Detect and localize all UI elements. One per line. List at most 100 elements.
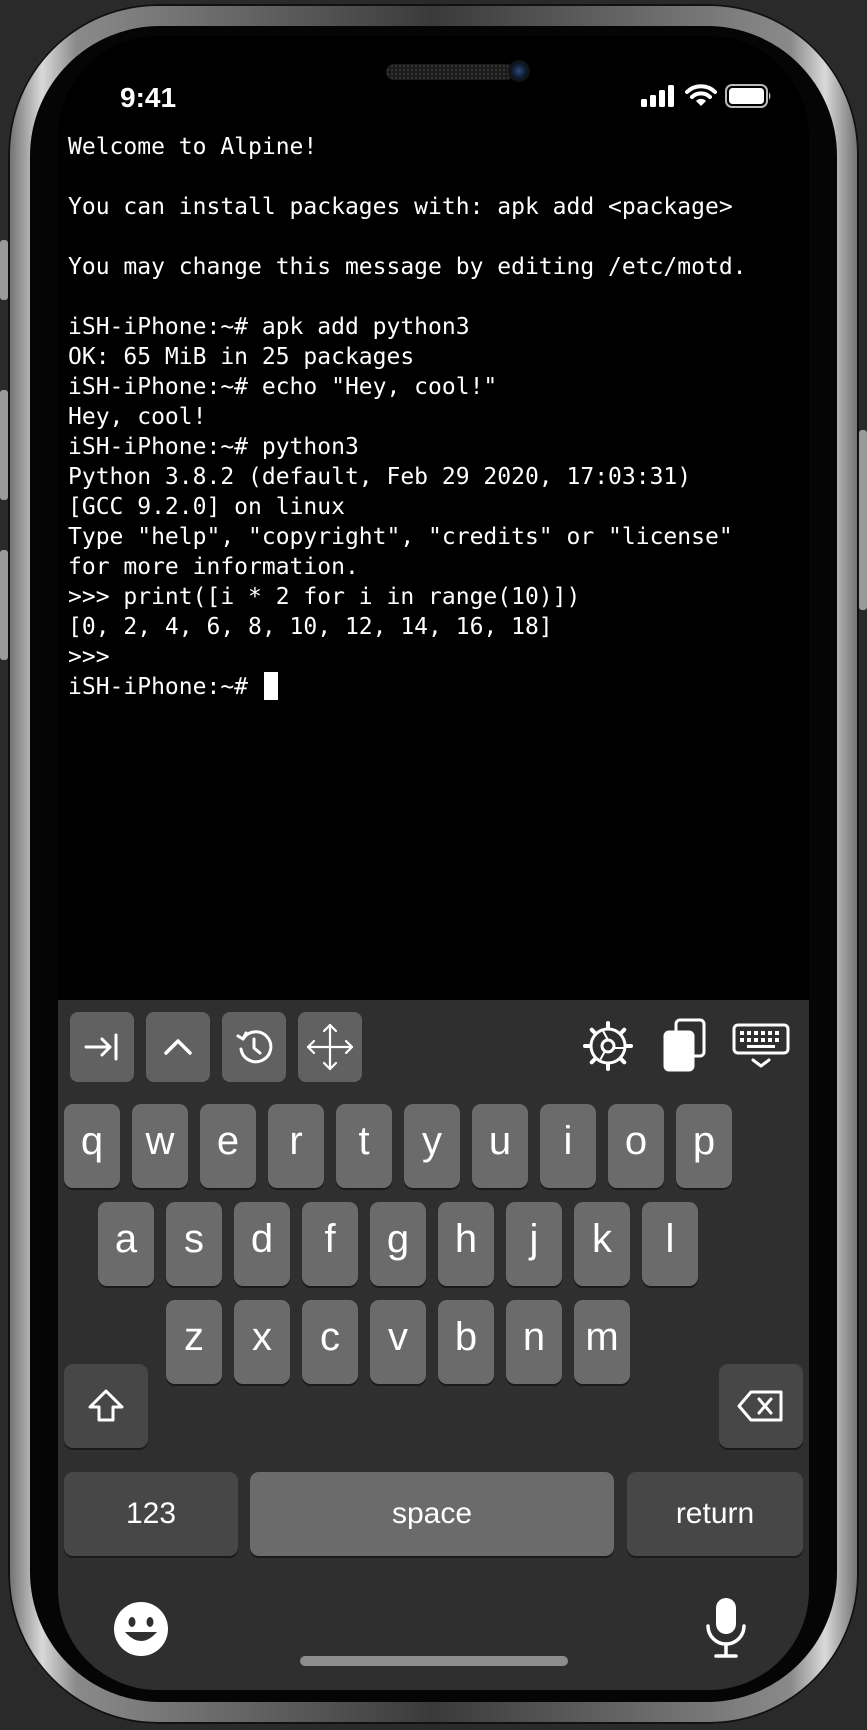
status-bar: 9:41	[58, 36, 809, 126]
key-q[interactable]: q	[64, 1104, 120, 1188]
key-c[interactable]: c	[302, 1300, 358, 1384]
status-icons	[641, 84, 773, 108]
terminal-line: Type "help", "copyright", "credits" or "…	[68, 524, 733, 550]
key-x[interactable]: x	[234, 1300, 290, 1384]
key-s[interactable]: s	[166, 1202, 222, 1286]
key-w[interactable]: w	[132, 1104, 188, 1188]
key-h[interactable]: h	[438, 1202, 494, 1286]
key-label: v	[388, 1314, 408, 1359]
key-label: k	[592, 1216, 612, 1261]
key-label: z	[184, 1314, 204, 1359]
settings-gear-icon	[582, 1020, 634, 1072]
keyboard: qwe r t y u i op a s d f gh j k l z x c v bnm 123 space ret…	[58, 1000, 809, 1690]
terminal-line: >>> print([i * 2 for i in range(10)])	[68, 584, 581, 610]
terminal-line: [GCC 9.2.0] on linux	[68, 494, 345, 520]
key-label: x	[252, 1314, 272, 1359]
space-key[interactable]: space	[250, 1472, 614, 1556]
backspace-key[interactable]	[719, 1364, 803, 1448]
terminal-line: [0, 2, 4, 6, 8, 10, 12, 14, 16, 18]	[68, 614, 553, 640]
status-time: 9:41	[120, 82, 177, 113]
key-label: h	[454, 1216, 478, 1261]
control-icon	[158, 1027, 198, 1067]
key-label: c	[320, 1314, 340, 1359]
terminal-line: Python 3.8.2 (default, Feb 29 2020, 17:0…	[68, 464, 692, 490]
key-label: g	[386, 1216, 410, 1261]
key-label: r	[289, 1118, 303, 1163]
terminal-prompt-line: iSH-iPhone:~#	[68, 672, 798, 702]
key-label: w	[145, 1118, 175, 1163]
key-y[interactable]: y	[404, 1104, 460, 1188]
power-button	[859, 430, 867, 610]
key-label: f	[324, 1216, 336, 1261]
home-indicator[interactable]	[300, 1656, 568, 1666]
history-button[interactable]	[222, 1012, 286, 1082]
arrow-keys-icon	[304, 1021, 356, 1073]
key-d[interactable]: d	[234, 1202, 290, 1286]
key-z[interactable]: z	[166, 1300, 222, 1384]
key-n[interactable]: n	[506, 1300, 562, 1384]
key-a[interactable]: a	[98, 1202, 154, 1286]
dictation-button[interactable]	[704, 1596, 748, 1660]
terminal-prompt: iSH-iPhone:~#	[68, 674, 262, 700]
key-m[interactable]: m	[574, 1300, 630, 1384]
terminal-line: You may change this message by editing /…	[68, 254, 747, 280]
control-button[interactable]	[146, 1012, 210, 1082]
emoji-button[interactable]	[112, 1600, 170, 1658]
emoji-icon	[112, 1600, 170, 1658]
terminal-line: iSH-iPhone:~# echo "Hey, cool!"	[68, 374, 498, 400]
history-icon	[234, 1027, 274, 1067]
terminal-line: You can install packages with: apk add <…	[68, 194, 733, 220]
key-t[interactable]: t	[336, 1104, 392, 1188]
key-label: q	[80, 1118, 104, 1163]
mute-switch	[0, 240, 8, 300]
key-b[interactable]: b	[438, 1300, 494, 1384]
key-label: s	[184, 1216, 204, 1261]
volume-up-button	[0, 390, 8, 500]
paste-button[interactable]	[656, 1016, 716, 1076]
key-label: d	[250, 1216, 274, 1261]
terminal-line: OK: 65 MiB in 25 packages	[68, 344, 415, 370]
shift-key[interactable]	[64, 1364, 148, 1448]
key-j[interactable]: j	[506, 1202, 562, 1286]
terminal-line: iSH-iPhone:~# python3	[68, 434, 359, 460]
key-label: t	[358, 1118, 370, 1163]
key-u[interactable]: u	[472, 1104, 528, 1188]
return-key[interactable]: return	[627, 1472, 803, 1556]
paste-icon	[660, 1018, 712, 1074]
wifi-icon	[685, 84, 717, 108]
terminal-line: Hey, cool!	[68, 404, 207, 430]
key-o[interactable]: o	[608, 1104, 664, 1188]
key-k[interactable]: k	[574, 1202, 630, 1286]
numbers-key[interactable]: 123	[64, 1472, 238, 1556]
microphone-icon	[704, 1596, 748, 1660]
key-f[interactable]: f	[302, 1202, 358, 1286]
key-i[interactable]: i	[540, 1104, 596, 1188]
cellular-signal-icon	[641, 85, 677, 107]
hide-keyboard-button[interactable]	[728, 1016, 794, 1076]
tab-icon	[82, 1027, 122, 1067]
key-label: u	[488, 1118, 512, 1163]
backspace-icon	[737, 1389, 785, 1423]
arrow-keys-button[interactable]	[298, 1012, 362, 1082]
key-label: n	[522, 1314, 546, 1359]
key-r[interactable]: r	[268, 1104, 324, 1188]
key-l[interactable]: l	[642, 1202, 698, 1286]
terminal-line: Welcome to Alpine!	[68, 134, 318, 160]
key-v[interactable]: v	[370, 1300, 426, 1384]
keyboard-toolbar	[58, 1000, 809, 1096]
key-g[interactable]: g	[370, 1202, 426, 1286]
key-e[interactable]: e	[200, 1104, 256, 1188]
battery-icon	[725, 84, 773, 108]
hide-keyboard-icon	[731, 1022, 791, 1070]
terminal-line: >>>	[68, 644, 110, 670]
key-label: a	[114, 1216, 138, 1261]
settings-button[interactable]	[578, 1016, 638, 1076]
tab-button[interactable]	[70, 1012, 134, 1082]
terminal-output[interactable]: Welcome to Alpine! You can install packag…	[68, 132, 798, 752]
key-p[interactable]: p	[676, 1104, 732, 1188]
screen: 9:41 Welcome to Alpine! You can install …	[58, 36, 809, 1690]
terminal-line: for more information.	[68, 554, 359, 580]
